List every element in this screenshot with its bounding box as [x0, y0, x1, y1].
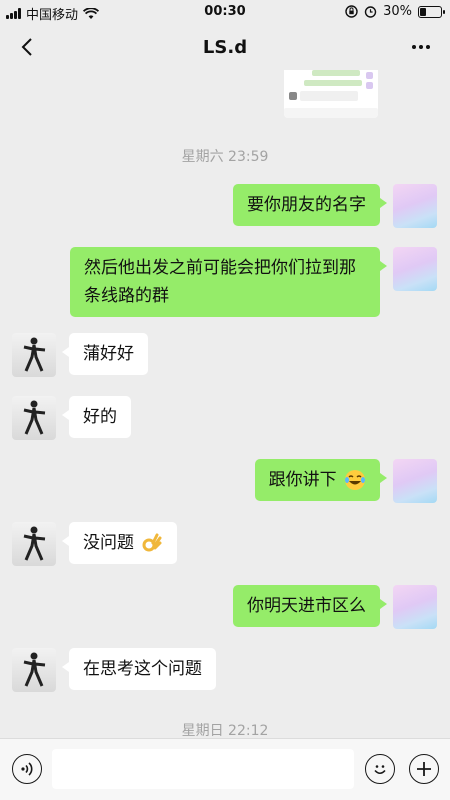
battery-percent: 30% — [383, 4, 412, 19]
screenshot-image-message[interactable] — [284, 70, 378, 118]
message-text: 蒲好好 — [83, 344, 134, 364]
voice-icon — [21, 762, 33, 776]
plus-icon — [417, 762, 431, 776]
input-bar — [0, 738, 450, 800]
contact-avatar-figure — [23, 400, 46, 435]
message-bubble-incoming[interactable]: 在思考这个问题 — [62, 648, 216, 690]
message-text: 跟你讲下 — [268, 470, 337, 490]
battery-fill — [420, 7, 426, 16]
message-bubble-outgoing[interactable]: 要你朋友的名字 — [233, 184, 387, 226]
contact-avatar-figure — [23, 337, 46, 372]
avatar-self[interactable] — [393, 247, 437, 291]
orientation-lock-icon — [345, 5, 358, 18]
more-button[interactable] — [406, 32, 436, 62]
message-text: 好的 — [83, 407, 117, 427]
message-text: 你明天进市区么 — [247, 596, 366, 616]
battery-icon — [418, 5, 445, 18]
message-text: 然后他出发之前可能会把你们拉到那条线路的群 — [84, 258, 356, 306]
smiley-icon — [374, 765, 386, 775]
contact-avatar-figure — [23, 652, 46, 687]
contact-avatar-figure — [23, 526, 46, 561]
alarm-icon — [364, 6, 377, 18]
chat-title: LS.d — [202, 37, 248, 58]
timestamp: 星期日 22:12 — [181, 723, 269, 738]
laughing-tears-emoji — [345, 470, 365, 490]
message-input[interactable] — [52, 749, 354, 789]
message-text: 要你朋友的名字 — [247, 195, 366, 215]
voice-button[interactable] — [12, 754, 42, 784]
status-right: 30% — [345, 4, 445, 19]
avatar-self[interactable] — [393, 585, 437, 629]
emoji-button[interactable] — [365, 754, 395, 784]
message-bubble-outgoing[interactable]: 跟你讲下 — [254, 459, 388, 501]
avatar-self[interactable] — [393, 184, 437, 228]
message-text: 在思考这个问题 — [83, 659, 202, 679]
message-bubble-incoming[interactable]: 好的 — [62, 396, 131, 438]
message-text: 没问题 — [83, 533, 134, 553]
avatar-contact[interactable] — [12, 522, 56, 566]
ellipsis-icon — [412, 45, 430, 49]
message-bubble-outgoing[interactable]: 然后他出发之前可能会把你们拉到那条线路的群 — [70, 247, 387, 317]
avatar-contact[interactable] — [12, 396, 56, 440]
nav-bar: LS.d — [0, 24, 450, 70]
message-bubble-incoming[interactable]: 蒲好好 — [62, 333, 148, 375]
timestamp: 星期六 23:59 — [181, 149, 269, 165]
avatar-contact[interactable] — [12, 648, 56, 692]
message-bubble-outgoing[interactable]: 你明天进市区么 — [233, 585, 387, 627]
ok-hand-emoji — [142, 533, 162, 552]
avatar-self[interactable] — [393, 459, 437, 503]
chat-area[interactable]: 星期六 23:59 要你朋友的名字 然后他出发之前可能会把你们拉到那条线路的群 … — [0, 70, 450, 738]
more-functions-button[interactable] — [409, 754, 439, 784]
avatar-contact[interactable] — [12, 333, 56, 377]
status-bar: 中国移动 00:30 30% — [0, 0, 450, 24]
message-bubble-incoming[interactable]: 没问题 — [61, 522, 178, 564]
